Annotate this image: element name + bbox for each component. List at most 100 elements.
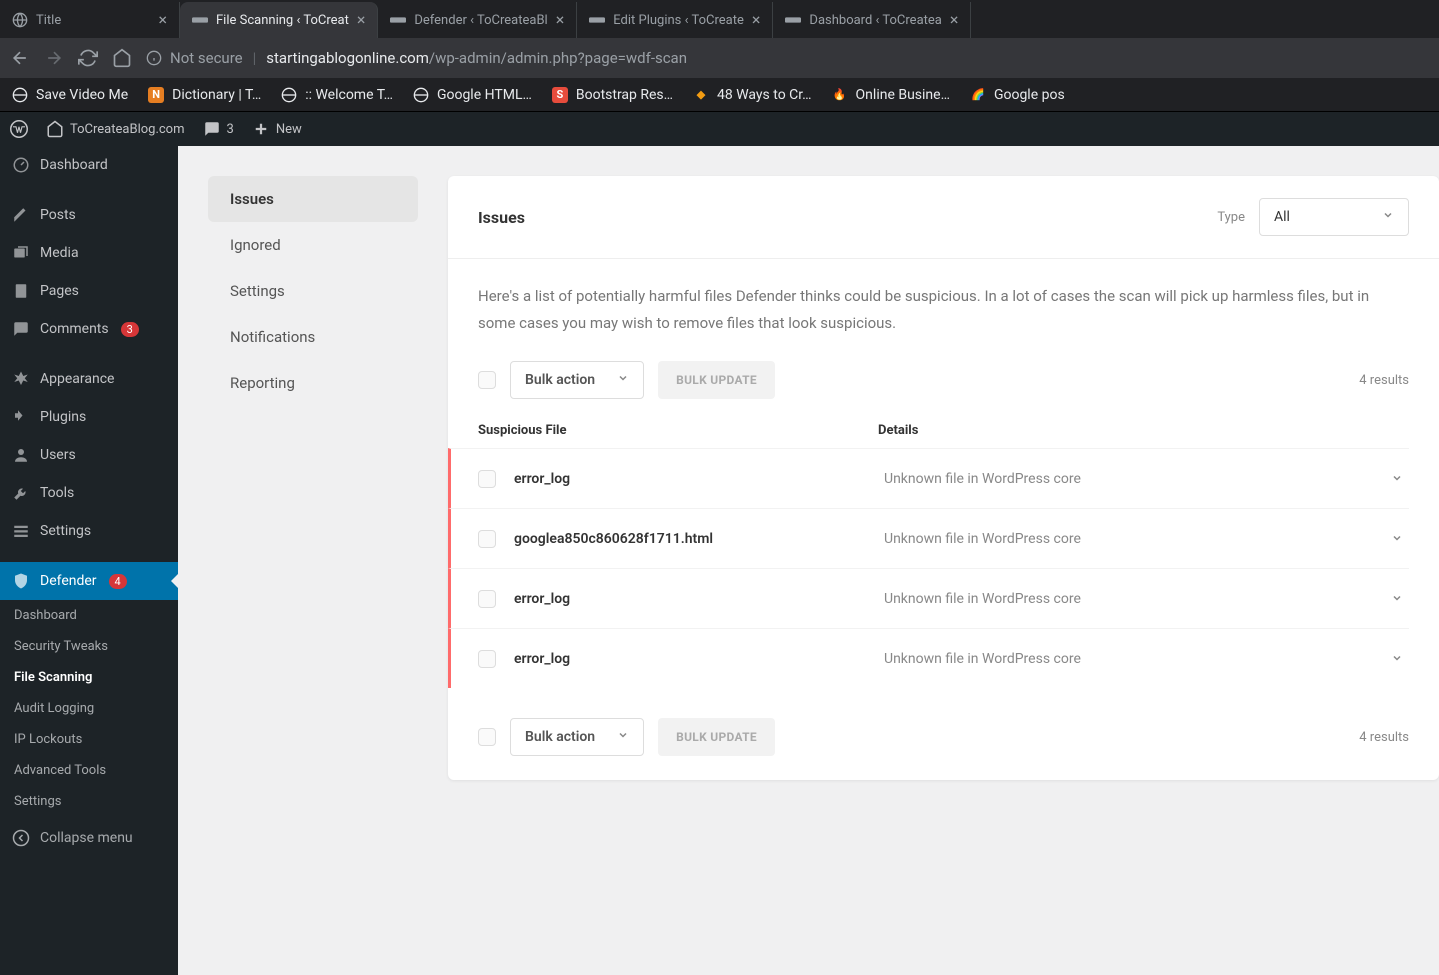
- shield-icon: [12, 572, 30, 590]
- wp-submenu: Dashboard Security Tweaks File Scanning …: [0, 600, 178, 817]
- select-all-checkbox[interactable]: [478, 371, 496, 389]
- wp-admin-bar: ToCreateaBlog.com 3 New: [0, 112, 1439, 146]
- type-select[interactable]: All: [1259, 198, 1409, 236]
- table-row[interactable]: error_log Unknown file in WordPress core: [448, 628, 1409, 688]
- home-icon[interactable]: [112, 48, 132, 68]
- sidenav-item-issues[interactable]: Issues: [208, 176, 418, 222]
- submenu-item[interactable]: Advanced Tools: [0, 755, 178, 786]
- chevron-down-icon[interactable]: [1391, 529, 1409, 548]
- sidebar-item-label: Pages: [40, 283, 79, 299]
- bookmark-item[interactable]: 🌈Google pos: [970, 87, 1065, 103]
- wp-logo-icon[interactable]: [10, 120, 28, 138]
- tab-title: File Scanning ‹ ToCreat: [216, 13, 349, 28]
- submenu-item[interactable]: Dashboard: [0, 600, 178, 631]
- submenu-item[interactable]: Security Tweaks: [0, 631, 178, 662]
- sidenav-item-reporting[interactable]: Reporting: [208, 360, 418, 406]
- tab-title: Edit Plugins ‹ ToCreate: [613, 13, 744, 28]
- sidebar-item-media[interactable]: Media: [0, 234, 178, 272]
- comments-link[interactable]: 3: [203, 120, 234, 138]
- bulk-action-select[interactable]: Bulk action: [510, 361, 644, 399]
- reload-icon[interactable]: [78, 48, 98, 68]
- sidenav-item-ignored[interactable]: Ignored: [208, 222, 418, 268]
- sidebar-item-label: Defender: [40, 573, 97, 589]
- results-count: 4 results: [1359, 730, 1409, 745]
- bulk-action-select[interactable]: Bulk action: [510, 718, 644, 756]
- app-icon: ◆: [693, 87, 709, 103]
- row-checkbox[interactable]: [478, 530, 496, 548]
- sidebar-item-appearance[interactable]: Appearance: [0, 360, 178, 398]
- bookmark-item[interactable]: :: Welcome T…: [281, 87, 393, 103]
- site-link[interactable]: ToCreateaBlog.com: [46, 120, 185, 138]
- panel-body: Here's a list of potentially harmful fil…: [448, 259, 1439, 780]
- table-row[interactable]: error_log Unknown file in WordPress core: [448, 448, 1409, 508]
- bulk-update-button[interactable]: BULK UPDATE: [658, 718, 775, 756]
- type-label: Type: [1217, 210, 1245, 225]
- badge: 4: [109, 574, 127, 589]
- submenu-label: Advanced Tools: [14, 763, 106, 778]
- tab-item[interactable]: Dashboard ‹ ToCreatea ×: [773, 2, 971, 38]
- close-icon[interactable]: ×: [752, 12, 761, 28]
- sidebar-item-users[interactable]: Users: [0, 436, 178, 474]
- bookmark-item[interactable]: Google HTML…: [413, 87, 532, 103]
- submenu-label: IP Lockouts: [14, 732, 82, 747]
- close-icon[interactable]: ×: [556, 12, 565, 28]
- sidebar-item-label: Media: [40, 245, 79, 261]
- file-detail: Unknown file in WordPress core: [884, 651, 1391, 667]
- sidenav-item-settings[interactable]: Settings: [208, 268, 418, 314]
- table-row[interactable]: googlea850c860628f1711.html Unknown file…: [448, 508, 1409, 568]
- wp-container: Dashboard Posts Media Pages Comments3 Ap…: [0, 146, 1439, 975]
- bookmark-item[interactable]: SBootstrap Res…: [552, 87, 673, 103]
- sidebar-item-tools[interactable]: Tools: [0, 474, 178, 512]
- bulk-update-button[interactable]: BULK UPDATE: [658, 361, 775, 399]
- sidebar-item-pages[interactable]: Pages: [0, 272, 178, 310]
- tab-title: Dashboard ‹ ToCreatea: [809, 13, 941, 28]
- tab-item[interactable]: Title ×: [0, 2, 180, 38]
- url-domain: startingablogonline.com: [266, 49, 429, 67]
- globe-icon: [281, 87, 297, 103]
- sidebar-item-dashboard[interactable]: Dashboard: [0, 146, 178, 184]
- sidebar-item-posts[interactable]: Posts: [0, 196, 178, 234]
- close-icon[interactable]: ×: [357, 12, 366, 28]
- close-icon[interactable]: ×: [950, 12, 959, 28]
- submenu-label: Dashboard: [14, 608, 77, 623]
- submenu-item[interactable]: IP Lockouts: [0, 724, 178, 755]
- table-header: Suspicious File Details: [478, 399, 1409, 448]
- row-checkbox[interactable]: [478, 650, 496, 668]
- back-icon[interactable]: [10, 48, 30, 68]
- submenu-item[interactable]: Settings: [0, 786, 178, 817]
- forward-icon[interactable]: [44, 48, 64, 68]
- new-link[interactable]: New: [252, 120, 302, 138]
- collapse-menu[interactable]: Collapse menu: [0, 817, 178, 859]
- bookmark-item[interactable]: Save Video Me: [12, 87, 128, 103]
- tab-item[interactable]: Edit Plugins ‹ ToCreate ×: [577, 2, 773, 38]
- sidebar-item-comments[interactable]: Comments3: [0, 310, 178, 348]
- sidebar-item-settings[interactable]: Settings: [0, 512, 178, 550]
- row-checkbox[interactable]: [478, 590, 496, 608]
- bookmark-item[interactable]: NDictionary | T…: [148, 87, 261, 103]
- sidebar-item-defender[interactable]: Defender 4: [0, 562, 178, 600]
- url-input[interactable]: Not secure | startingablogonline.com/wp-…: [146, 49, 1429, 67]
- bookmark-label: 48 Ways to Cr…: [717, 87, 812, 103]
- bookmark-item[interactable]: ◆ 48 Ways to Cr…: [693, 87, 812, 103]
- wp-content: Issues Ignored Settings Notifications Re…: [178, 146, 1439, 975]
- sidebar-item-plugins[interactable]: Plugins: [0, 398, 178, 436]
- app-icon: S: [552, 87, 568, 103]
- table-row[interactable]: error_log Unknown file in WordPress core: [448, 568, 1409, 628]
- chevron-down-icon[interactable]: [1391, 469, 1409, 488]
- panel-header: Issues Type All: [448, 176, 1439, 259]
- tab-item[interactable]: File Scanning ‹ ToCreat ×: [180, 2, 378, 38]
- submenu-item[interactable]: Audit Logging: [0, 693, 178, 724]
- tab-item[interactable]: Defender ‹ ToCreateaBl ×: [378, 2, 577, 38]
- submenu-item[interactable]: File Scanning: [0, 662, 178, 693]
- close-icon[interactable]: ×: [158, 12, 167, 28]
- chevron-down-icon[interactable]: [1391, 589, 1409, 608]
- chevron-down-icon[interactable]: [1391, 649, 1409, 668]
- wp-favicon-icon: [192, 12, 208, 28]
- bookmark-label: :: Welcome T…: [305, 87, 393, 103]
- sidenav-item-notifications[interactable]: Notifications: [208, 314, 418, 360]
- sidebar-item-label: Appearance: [40, 371, 114, 387]
- sidebar-item-label: Dashboard: [40, 157, 108, 173]
- bookmark-item[interactable]: 🔥Online Busine…: [832, 87, 950, 103]
- select-all-checkbox[interactable]: [478, 728, 496, 746]
- row-checkbox[interactable]: [478, 470, 496, 488]
